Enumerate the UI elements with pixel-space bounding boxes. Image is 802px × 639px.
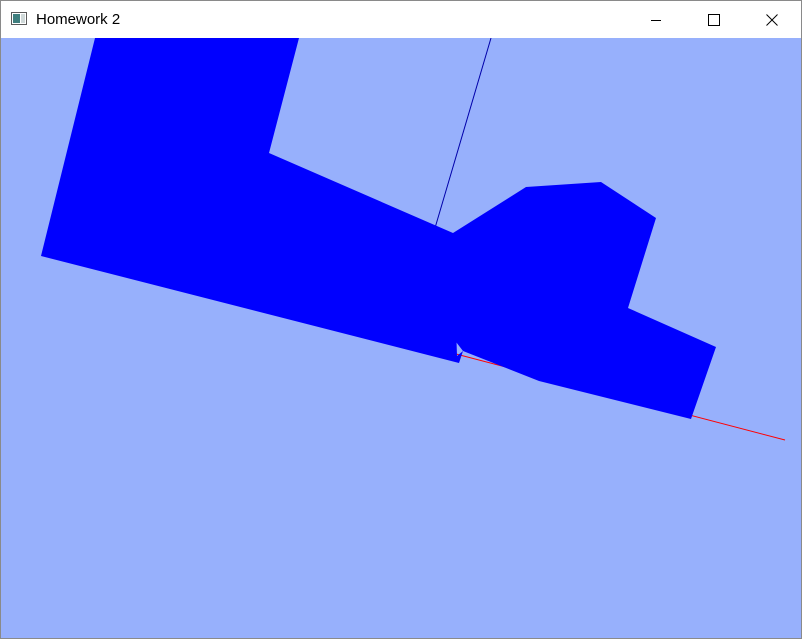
model-left-body (41, 38, 463, 363)
minimize-button[interactable] (627, 1, 685, 38)
title-bar[interactable]: Homework 2 (1, 1, 801, 38)
maximize-icon (708, 13, 720, 26)
scene-canvas (41, 38, 786, 441)
gl-viewport[interactable] (1, 38, 801, 638)
window-title: Homework 2 (36, 11, 121, 28)
maximize-button[interactable] (685, 1, 743, 38)
close-button[interactable] (743, 1, 801, 38)
model-right-body (453, 182, 716, 419)
minimize-icon (651, 19, 661, 21)
close-icon (766, 13, 778, 26)
y-axis-line (434, 38, 492, 229)
app-window-icon (11, 12, 27, 25)
app-window: Homework 2 (0, 0, 802, 639)
